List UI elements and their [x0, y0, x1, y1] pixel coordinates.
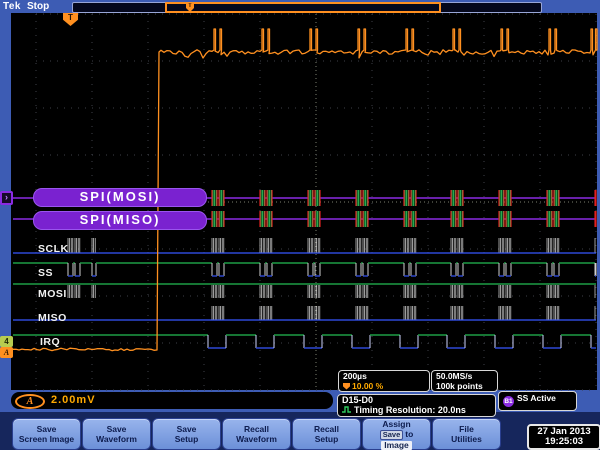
ss-trace	[13, 263, 596, 276]
assign-to-text: to	[405, 429, 413, 439]
sclk-trace	[13, 238, 596, 253]
tek-logo: Tek	[3, 1, 21, 12]
menu-button-recall-waveform[interactable]: RecallWaveform	[222, 418, 291, 450]
digital-label-miso[interactable]: MISO	[38, 312, 67, 324]
menu-button-label: Setup	[293, 434, 360, 444]
channel-readout-bar: A 2.00mV	[11, 392, 333, 409]
assign-line1: Assign	[363, 419, 430, 429]
digital-readout-box: D15-D0 Timing Resolution: 20.0ns	[337, 394, 496, 417]
menu-button-save-setup[interactable]: SaveSetup	[152, 418, 221, 450]
acquisition-readout-box: 50.0MS/s 100k points	[431, 370, 498, 392]
menu-button-assign-save-to-image[interactable]: AssignSavetoImage	[362, 418, 431, 450]
channel-badge[interactable]: A	[15, 394, 45, 409]
timing-resolution-readout: Timing Resolution: 20.0ns	[354, 405, 466, 415]
menu-button-label: Recall	[293, 424, 360, 434]
wave-record-view[interactable]: T	[72, 2, 542, 13]
bus-status-text: SS Active	[517, 393, 556, 403]
miso-trace	[13, 306, 596, 320]
mosi-trace	[13, 284, 596, 298]
record-length-readout: 100k points	[436, 382, 493, 392]
channel-scale-readout: 2.00mV	[51, 394, 96, 406]
analog-channel-marker: A	[0, 347, 13, 358]
bus-label-spi-mosi[interactable]: SPI(MOSI)	[33, 188, 207, 207]
trigger-position-readout: 10.00 %	[352, 381, 383, 391]
menu-button-label: Save	[153, 424, 220, 434]
bus-b1-badge: B1	[503, 396, 514, 407]
oscilloscope-screen: Tek Stop T T SPI(MOSI) SPI(MISO) › 4 A A…	[0, 0, 600, 450]
assign-line2: Saveto	[363, 429, 430, 440]
record-window-brackets	[165, 2, 441, 13]
bus-b1-position-marker: ›	[0, 191, 13, 205]
menu-button-save-waveform[interactable]: SaveWaveform	[82, 418, 151, 450]
menu-button-label: Utilities	[433, 434, 500, 444]
menu-button-label: Recall	[223, 424, 290, 434]
menu-button-label: Screen Image	[13, 434, 80, 444]
menu-button-label: Save	[83, 424, 150, 434]
acquisition-status: Stop	[27, 1, 49, 12]
menu-button-label: Setup	[153, 434, 220, 444]
assign-image-chip: Image	[381, 441, 412, 450]
digital-waveform-icon	[342, 406, 352, 417]
menu-button-label: File	[433, 424, 500, 434]
menu-button-label: Waveform	[223, 434, 290, 444]
menu-button-recall-setup[interactable]: RecallSetup	[292, 418, 361, 450]
bus-label-spi-miso[interactable]: SPI(MISO)	[33, 211, 207, 230]
irq-trace	[13, 335, 596, 348]
horizontal-readout-box: 200µs 10.00 %	[338, 370, 430, 392]
time-readout: 19:25:03	[529, 437, 599, 447]
digital-label-ss[interactable]: SS	[38, 267, 53, 279]
datetime-box: 27 Jan 2013 19:25:03	[527, 424, 600, 450]
digital-channel-marker: 4	[0, 336, 13, 347]
menu-button-label: Waveform	[83, 434, 150, 444]
bus-status-box: B1SS Active	[498, 391, 577, 411]
assign-save-chip: Save	[380, 430, 404, 440]
menu-button-file-utilities[interactable]: FileUtilities	[432, 418, 501, 450]
trigger-position-icon	[343, 383, 350, 390]
digital-label-mosi[interactable]: MOSI	[38, 288, 67, 300]
digital-label-irq[interactable]: IRQ	[40, 336, 60, 348]
menu-button-label: Save	[13, 424, 80, 434]
menu-button-save-screen-image[interactable]: SaveScreen Image	[12, 418, 81, 450]
assign-line3: Image	[363, 440, 430, 450]
digital-label-sclk[interactable]: SCLK	[38, 243, 69, 255]
